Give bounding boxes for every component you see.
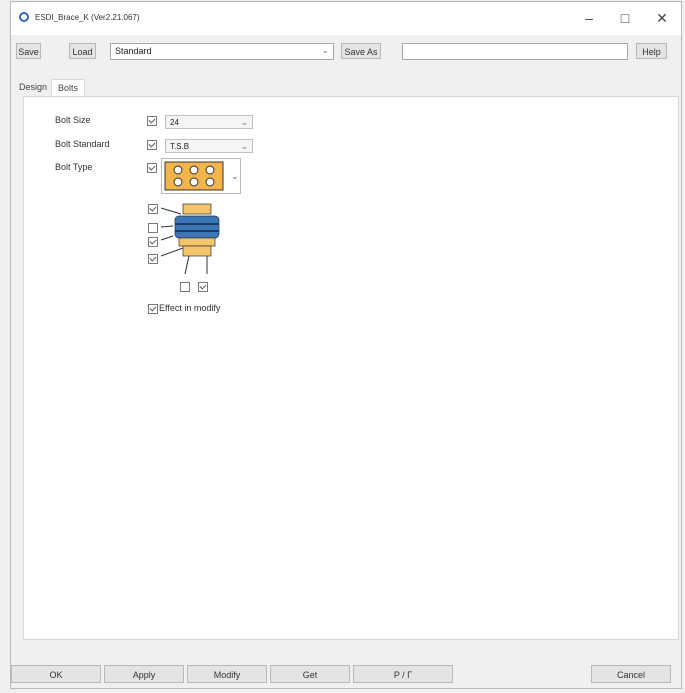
maximize-button[interactable]: □ [610,8,640,28]
bolt-head-checkbox[interactable] [148,204,158,214]
bolt-size-label: Bolt Size [55,115,91,125]
extra-nut-checkbox[interactable] [198,282,208,292]
effect-in-modify-checkbox[interactable] [148,304,158,314]
title-bar[interactable]: ESDI_Brace_K (Ver2.21.067) – □ ✕ [11,2,681,35]
profile-toggle-button[interactable]: P / Γ [353,665,453,683]
chevron-down-icon: ⌄ [321,45,329,55]
tab-design[interactable]: Design [19,79,47,96]
bolt-assembly-diagram-icon [160,203,220,275]
effect-in-modify-label: Effect in modify [159,303,221,313]
help-button[interactable]: Help [636,43,667,59]
get-button[interactable]: Get [270,665,350,683]
chevron-down-icon: ⌄ [240,141,248,151]
tab-bolts[interactable]: Bolts [51,79,86,97]
chevron-down-icon: ⌄ [240,117,248,127]
bolts-panel: Bolt Size 24 ⌄ Bolt Standard T.S.B ⌄ Bol… [23,96,679,640]
app-icon [19,12,29,22]
cancel-button[interactable]: Cancel [591,665,671,683]
save-as-button[interactable]: Save As [341,43,381,59]
bolt-standard-value: T.S.B [170,142,190,151]
svg-text:⌄: ⌄ [231,172,239,182]
extra-washer-checkbox[interactable] [180,282,190,292]
save-as-name-input[interactable] [402,43,628,60]
bolt-pattern-icon: ⌄ [164,161,239,191]
bolt-size-checkbox[interactable] [147,116,157,126]
preset-value: Standard [115,46,152,56]
ok-button[interactable]: OK [11,665,101,683]
main-window: ESDI_Brace_K (Ver2.21.067) – □ ✕ Save Lo… [10,1,682,689]
bolt-standard-dropdown[interactable]: T.S.B ⌄ [165,139,253,153]
bolt-size-dropdown[interactable]: 24 ⌄ [165,115,253,129]
nut-checkbox[interactable] [148,254,158,264]
bolt-type-label: Bolt Type [55,162,93,172]
close-button[interactable]: ✕ [647,8,677,28]
apply-button[interactable]: Apply [104,665,184,683]
preset-dropdown[interactable]: Standard ⌄ [110,43,334,60]
bolt-standard-checkbox[interactable] [147,140,157,150]
bolt-standard-label: Bolt Standard [55,139,110,149]
modify-button[interactable]: Modify [187,665,267,683]
save-button[interactable]: Save [16,43,41,59]
bolt-size-value: 24 [170,118,179,127]
minimize-button[interactable]: – [574,8,604,28]
washer-top-checkbox[interactable] [148,223,158,233]
washer-bottom-checkbox[interactable] [148,237,158,247]
window-title: ESDI_Brace_K (Ver2.21.067) [35,13,140,22]
bolt-type-picker[interactable]: ⌄ [161,158,241,194]
load-button[interactable]: Load [69,43,96,59]
bolt-type-checkbox[interactable] [147,163,157,173]
